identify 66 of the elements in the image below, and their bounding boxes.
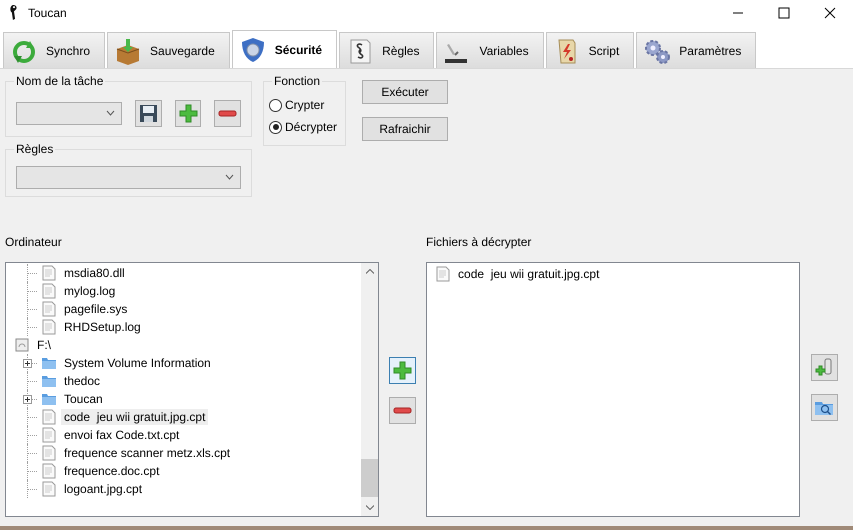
file-icon <box>41 319 57 335</box>
file-icon <box>41 265 57 281</box>
remove-button[interactable] <box>389 396 416 424</box>
group-title: Nom de la tâche <box>14 74 106 88</box>
expand-icon[interactable] <box>23 359 32 368</box>
file-icon <box>41 481 57 497</box>
plus-icon <box>392 360 414 380</box>
tab[interactable]: Sauvegarde <box>107 32 230 68</box>
tree-item[interactable]: mylog.log <box>61 283 118 299</box>
tree-item[interactable]: frequence.doc.cpt <box>61 463 162 479</box>
chevron-icon <box>106 110 116 116</box>
tree-item[interactable]: logoant.jpg.cpt <box>61 481 146 497</box>
radio-button[interactable]: Décrypter <box>269 120 345 134</box>
panel-label: Ordinateur <box>5 235 63 251</box>
tab[interactable]: Variables <box>436 32 544 68</box>
chevron-up-icon <box>366 269 374 274</box>
drive-icon <box>14 337 30 353</box>
tree-item[interactable]: System Volume Information <box>61 355 214 371</box>
tree-item[interactable]: RHDSetup.log <box>61 319 144 335</box>
action-button[interactable]: Exécuter <box>362 80 448 104</box>
tree-item[interactable]: Toucan <box>61 391 106 407</box>
close-icon <box>824 6 836 18</box>
file-icon <box>41 283 57 299</box>
expand-icon[interactable] <box>23 395 32 404</box>
add-button[interactable] <box>174 100 202 126</box>
tree-item[interactable]: code jeu wii gratuit.jpg.cpt <box>61 409 208 425</box>
list-item[interactable]: code jeu wii gratuit.jpg.cpt <box>455 266 602 282</box>
tab[interactable]: Règles <box>339 32 434 68</box>
add-button[interactable] <box>389 356 416 384</box>
tree-item[interactable]: msdia80.dll <box>61 265 128 281</box>
tree-item[interactable]: frequence scanner metz.xls.cpt <box>61 445 234 461</box>
chevron-down-icon <box>366 505 374 510</box>
tab[interactable]: Script <box>546 32 634 68</box>
minus-icon <box>217 110 238 116</box>
window-title: Toucan <box>28 6 68 20</box>
tree-item[interactable]: thedoc <box>61 373 104 389</box>
radio-button[interactable]: Crypter <box>269 98 345 112</box>
add-drive-button[interactable] <box>810 354 838 380</box>
scrollbar[interactable] <box>361 263 378 516</box>
minus-icon <box>392 406 414 414</box>
save-button[interactable] <box>135 100 162 126</box>
tab[interactable]: Paramètres <box>636 32 756 68</box>
file-icon <box>41 301 57 317</box>
folder-icon <box>41 355 57 371</box>
file-icon <box>41 463 57 479</box>
folder-icon <box>41 391 57 407</box>
tree-item[interactable]: envoi fax Code.txt.cpt <box>61 427 182 443</box>
tree-item[interactable]: pagefile.sys <box>61 301 130 317</box>
action-button[interactable]: Rafraichir <box>362 117 448 141</box>
tree-item[interactable]: F:\ <box>34 337 54 353</box>
tab[interactable]: Sécurité <box>232 30 338 68</box>
scroll-thumb[interactable] <box>361 459 378 497</box>
tab[interactable]: Synchro <box>3 32 106 68</box>
folder-icon <box>41 373 57 389</box>
file-icon <box>41 445 57 461</box>
browse-folder-button[interactable] <box>810 394 838 420</box>
panel-label: Fichiers à décrypter <box>426 235 532 251</box>
group-title: Règles <box>14 142 56 156</box>
maximize-icon <box>778 6 790 18</box>
remove-button[interactable] <box>214 100 242 126</box>
file-icon <box>41 409 57 425</box>
plus-icon <box>178 102 199 124</box>
file-icon <box>435 266 452 282</box>
file-icon <box>41 427 57 443</box>
chevron-icon <box>225 174 234 180</box>
group-title: Fonction <box>272 74 322 88</box>
